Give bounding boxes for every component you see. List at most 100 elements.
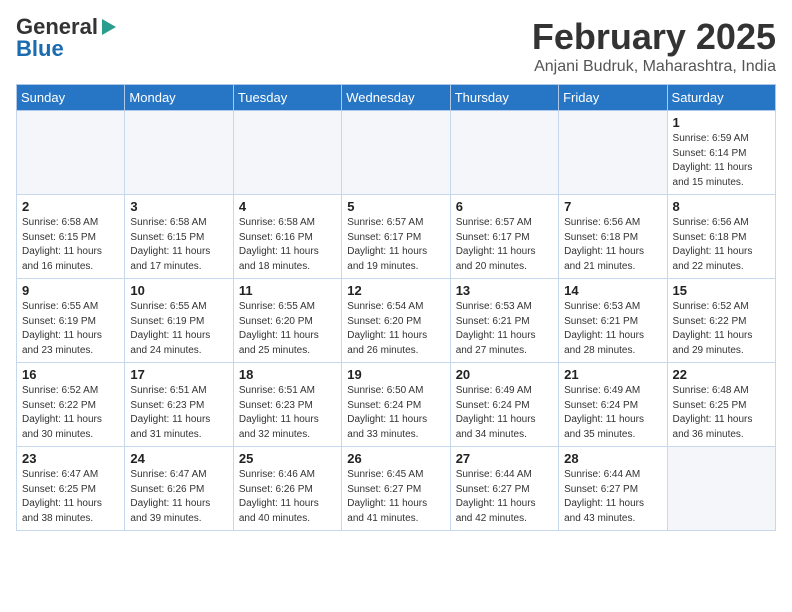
day-number: 15 [673, 283, 770, 298]
day-number: 5 [347, 199, 444, 214]
logo: General Blue [16, 16, 116, 60]
day-number: 2 [22, 199, 119, 214]
day-info: Sunrise: 6:49 AM Sunset: 6:24 PM Dayligh… [456, 384, 553, 442]
calendar-header-monday: Monday [125, 85, 233, 111]
calendar-cell: 22 Sunrise: 6:48 AM Sunset: 6:25 PM Dayli… [667, 363, 775, 447]
calendar-cell: 16 Sunrise: 6:52 AM Sunset: 6:22 PM Dayli… [17, 363, 125, 447]
calendar-cell: 15 Sunrise: 6:52 AM Sunset: 6:22 PM Dayli… [667, 279, 775, 363]
day-info: Sunrise: 6:47 AM Sunset: 6:26 PM Dayligh… [130, 468, 227, 526]
calendar-cell [342, 111, 450, 195]
calendar-cell: 3 Sunrise: 6:58 AM Sunset: 6:15 PM Daylig… [125, 195, 233, 279]
day-info: Sunrise: 6:55 AM Sunset: 6:19 PM Dayligh… [130, 300, 227, 358]
day-number: 13 [456, 283, 553, 298]
day-number: 12 [347, 283, 444, 298]
calendar-header-friday: Friday [559, 85, 667, 111]
day-number: 16 [22, 367, 119, 382]
day-info: Sunrise: 6:46 AM Sunset: 6:26 PM Dayligh… [239, 468, 336, 526]
day-number: 21 [564, 367, 661, 382]
calendar-cell: 19 Sunrise: 6:50 AM Sunset: 6:24 PM Dayli… [342, 363, 450, 447]
day-info: Sunrise: 6:56 AM Sunset: 6:18 PM Dayligh… [564, 216, 661, 274]
calendar-week-row: 23 Sunrise: 6:47 AM Sunset: 6:25 PM Dayli… [17, 447, 776, 531]
calendar-cell: 24Sunrise: 6:47 AM Sunset: 6:26 PM Dayli… [125, 447, 233, 531]
day-number: 25 [239, 451, 336, 466]
calendar-cell: 27 Sunrise: 6:44 AM Sunset: 6:27 PM Dayli… [450, 447, 558, 531]
calendar-cell [233, 111, 341, 195]
day-info: Sunrise: 6:56 AM Sunset: 6:18 PM Dayligh… [673, 216, 770, 274]
calendar-cell: 7 Sunrise: 6:56 AM Sunset: 6:18 PM Daylig… [559, 195, 667, 279]
month-title: February 2025 [532, 16, 776, 58]
logo-general: General [16, 16, 98, 38]
day-number: 23 [22, 451, 119, 466]
calendar-cell: 14 Sunrise: 6:53 AM Sunset: 6:21 PM Dayli… [559, 279, 667, 363]
calendar-cell: 1 Sunrise: 6:59 AM Sunset: 6:14 PM Daylig… [667, 111, 775, 195]
day-info: Sunrise: 6:52 AM Sunset: 6:22 PM Dayligh… [673, 300, 770, 358]
calendar-cell: 2 Sunrise: 6:58 AM Sunset: 6:15 PM Daylig… [17, 195, 125, 279]
calendar-week-row: 16 Sunrise: 6:52 AM Sunset: 6:22 PM Dayli… [17, 363, 776, 447]
calendar-cell [17, 111, 125, 195]
day-info: Sunrise: 6:55 AM Sunset: 6:19 PM Dayligh… [22, 300, 119, 358]
location: Anjani Budruk, Maharashtra, India [532, 58, 776, 76]
day-info: Sunrise: 6:58 AM Sunset: 6:15 PM Dayligh… [130, 216, 227, 274]
day-info: Sunrise: 6:53 AM Sunset: 6:21 PM Dayligh… [564, 300, 661, 358]
day-info: Sunrise: 6:44 AM Sunset: 6:27 PM Dayligh… [456, 468, 553, 526]
calendar-cell: 4 Sunrise: 6:58 AM Sunset: 6:16 PM Daylig… [233, 195, 341, 279]
day-info: Sunrise: 6:59 AM Sunset: 6:14 PM Dayligh… [673, 132, 770, 190]
day-info: Sunrise: 6:52 AM Sunset: 6:22 PM Dayligh… [22, 384, 119, 442]
calendar-cell: 9 Sunrise: 6:55 AM Sunset: 6:19 PM Daylig… [17, 279, 125, 363]
day-number: 7 [564, 199, 661, 214]
day-number: 8 [673, 199, 770, 214]
day-info: Sunrise: 6:45 AM Sunset: 6:27 PM Dayligh… [347, 468, 444, 526]
page-header: General Blue February 2025 Anjani Budruk… [16, 16, 776, 76]
title-block: February 2025 Anjani Budruk, Maharashtra… [532, 16, 776, 76]
day-info: Sunrise: 6:54 AM Sunset: 6:20 PM Dayligh… [347, 300, 444, 358]
calendar-cell: 21Sunrise: 6:49 AM Sunset: 6:24 PM Dayli… [559, 363, 667, 447]
day-info: Sunrise: 6:57 AM Sunset: 6:17 PM Dayligh… [347, 216, 444, 274]
calendar-header-saturday: Saturday [667, 85, 775, 111]
day-number: 18 [239, 367, 336, 382]
day-number: 1 [673, 115, 770, 130]
day-info: Sunrise: 6:58 AM Sunset: 6:16 PM Dayligh… [239, 216, 336, 274]
day-info: Sunrise: 6:53 AM Sunset: 6:21 PM Dayligh… [456, 300, 553, 358]
calendar-week-row: 2 Sunrise: 6:58 AM Sunset: 6:15 PM Daylig… [17, 195, 776, 279]
calendar-cell: 26 Sunrise: 6:45 AM Sunset: 6:27 PM Dayli… [342, 447, 450, 531]
calendar-header-tuesday: Tuesday [233, 85, 341, 111]
calendar-cell: 18 Sunrise: 6:51 AM Sunset: 6:23 PM Dayli… [233, 363, 341, 447]
calendar-cell: 5 Sunrise: 6:57 AM Sunset: 6:17 PM Daylig… [342, 195, 450, 279]
day-info: Sunrise: 6:48 AM Sunset: 6:25 PM Dayligh… [673, 384, 770, 442]
calendar-cell: 8 Sunrise: 6:56 AM Sunset: 6:18 PM Daylig… [667, 195, 775, 279]
calendar-cell: 17 Sunrise: 6:51 AM Sunset: 6:23 PM Dayli… [125, 363, 233, 447]
day-number: 17 [130, 367, 227, 382]
day-number: 26 [347, 451, 444, 466]
calendar-cell: 11Sunrise: 6:55 AM Sunset: 6:20 PM Dayli… [233, 279, 341, 363]
calendar-cell [125, 111, 233, 195]
calendar-cell: 25 Sunrise: 6:46 AM Sunset: 6:26 PM Dayli… [233, 447, 341, 531]
logo-blue: Blue [16, 38, 64, 60]
calendar-header-thursday: Thursday [450, 85, 558, 111]
day-number: 20 [456, 367, 553, 382]
calendar-cell: 13 Sunrise: 6:53 AM Sunset: 6:21 PM Dayli… [450, 279, 558, 363]
day-number: 3 [130, 199, 227, 214]
day-info: Sunrise: 6:51 AM Sunset: 6:23 PM Dayligh… [130, 384, 227, 442]
calendar-cell [450, 111, 558, 195]
day-number: 9 [22, 283, 119, 298]
day-info: Sunrise: 6:50 AM Sunset: 6:24 PM Dayligh… [347, 384, 444, 442]
calendar-cell [559, 111, 667, 195]
calendar-table: SundayMondayTuesdayWednesdayThursdayFrid… [16, 84, 776, 531]
day-number: 27 [456, 451, 553, 466]
day-number: 6 [456, 199, 553, 214]
day-number: 19 [347, 367, 444, 382]
day-number: 14 [564, 283, 661, 298]
calendar-cell: 23 Sunrise: 6:47 AM Sunset: 6:25 PM Dayli… [17, 447, 125, 531]
calendar-week-row: 9 Sunrise: 6:55 AM Sunset: 6:19 PM Daylig… [17, 279, 776, 363]
day-number: 22 [673, 367, 770, 382]
day-info: Sunrise: 6:51 AM Sunset: 6:23 PM Dayligh… [239, 384, 336, 442]
calendar-cell: 20 Sunrise: 6:49 AM Sunset: 6:24 PM Dayli… [450, 363, 558, 447]
logo-arrow-icon [102, 19, 116, 35]
calendar-header-row: SundayMondayTuesdayWednesdayThursdayFrid… [17, 85, 776, 111]
day-number: 28 [564, 451, 661, 466]
day-info: Sunrise: 6:47 AM Sunset: 6:25 PM Dayligh… [22, 468, 119, 526]
day-number: 11 [239, 283, 336, 298]
day-info: Sunrise: 6:58 AM Sunset: 6:15 PM Dayligh… [22, 216, 119, 274]
day-number: 4 [239, 199, 336, 214]
day-number: 10 [130, 283, 227, 298]
